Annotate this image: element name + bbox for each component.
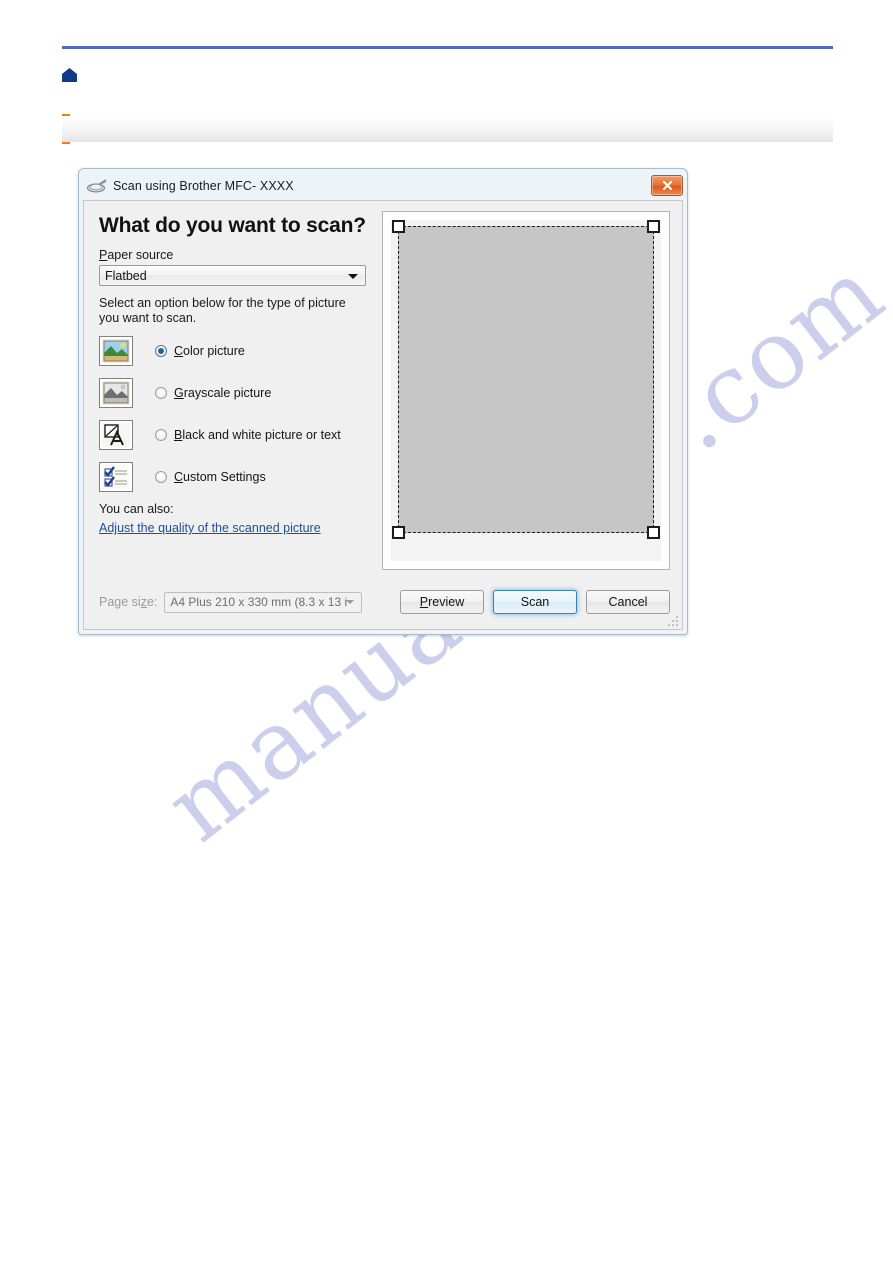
option-black-white-picture-text: lack and white picture or text	[182, 428, 341, 442]
selection-marquee[interactable]	[392, 220, 660, 539]
scanner-icon	[87, 178, 107, 193]
black-white-picture-icon	[99, 420, 133, 450]
preview-button[interactable]: Preview	[400, 590, 484, 614]
option-grayscale-picture-text: rayscale picture	[183, 386, 272, 400]
option-color-picture-text: olor picture	[183, 344, 245, 358]
option-custom-settings-accesskey: C	[174, 470, 184, 484]
dialog-bottom-bar: Page size: A4 Plus 210 x 330 mm (8.3 x 1…	[84, 575, 682, 629]
preview-button-accesskey: P	[419, 595, 429, 609]
home-icon[interactable]	[62, 68, 77, 82]
chevron-down-icon	[346, 600, 355, 604]
picture-type-instruction: Select an option below for the type of p…	[99, 296, 346, 325]
section-band	[62, 116, 833, 142]
option-custom-settings-text: ustom Settings	[183, 470, 266, 484]
page-size-label-suffix: e:	[146, 595, 158, 609]
dialog-body: What do you want to scan? Paper source F…	[83, 200, 683, 630]
option-black-white-picture[interactable]: Black and white picture or text	[99, 418, 366, 452]
option-custom-settings[interactable]: Custom Settings	[99, 460, 366, 494]
grayscale-picture-icon	[99, 378, 133, 408]
paper-source-value: Flatbed	[105, 268, 147, 283]
selection-handle-top-left[interactable]	[392, 220, 405, 233]
adjust-quality-link[interactable]: Adjust the quality of the scanned pictur…	[99, 521, 366, 535]
radio-custom-settings[interactable]	[155, 471, 167, 483]
radio-dot-icon	[158, 348, 164, 354]
page-size-label: Page size:	[99, 595, 157, 609]
scan-dialog: Scan using Brother MFC- XXXX What do you…	[78, 168, 688, 635]
you-can-also-label: You can also:	[99, 502, 174, 516]
option-black-white-picture-label: Black and white picture or text	[174, 428, 341, 442]
radio-color-picture[interactable]	[155, 345, 167, 357]
paper-source-select[interactable]: Flatbed	[99, 265, 366, 286]
option-custom-settings-label: Custom Settings	[174, 470, 266, 484]
option-color-picture[interactable]: Color picture	[99, 334, 366, 368]
selection-handle-top-right[interactable]	[647, 220, 660, 233]
resize-grip[interactable]	[667, 614, 679, 626]
color-picture-icon	[99, 336, 133, 366]
dialog-button-group: Preview Scan Cancel	[400, 590, 670, 614]
page-size-select[interactable]: A4 Plus 210 x 330 mm (8.3 x 13 i	[164, 591, 363, 613]
custom-settings-icon	[99, 462, 133, 492]
page-top-rule	[62, 46, 833, 49]
scan-button[interactable]: Scan	[493, 590, 577, 614]
scan-preview-pane[interactable]	[382, 211, 670, 570]
chevron-down-icon	[348, 273, 358, 279]
dialog-titlebar[interactable]: Scan using Brother MFC- XXXX	[82, 172, 684, 199]
option-color-picture-label: Color picture	[174, 344, 245, 358]
selection-handle-bottom-left[interactable]	[392, 526, 405, 539]
page-size-value: A4 Plus 210 x 330 mm (8.3 x 13 i	[170, 595, 348, 609]
option-grayscale-picture-accesskey: G	[174, 386, 184, 400]
option-color-picture-accesskey: C	[174, 344, 184, 358]
page-title: What do you want to scan?	[99, 214, 366, 237]
radio-grayscale-picture[interactable]	[155, 387, 167, 399]
close-button[interactable]	[651, 175, 683, 196]
scan-options-pane: What do you want to scan? Paper source F…	[84, 201, 380, 575]
option-grayscale-picture[interactable]: Grayscale picture	[99, 376, 366, 410]
option-grayscale-picture-label: Grayscale picture	[174, 386, 271, 400]
cancel-button[interactable]: Cancel	[586, 590, 670, 614]
paper-source-label: Paper source	[99, 248, 366, 262]
preview-surface[interactable]	[391, 220, 661, 561]
selection-handle-bottom-right[interactable]	[647, 526, 660, 539]
paper-source-label-rest: aper source	[107, 248, 174, 262]
radio-black-white-picture[interactable]	[155, 429, 167, 441]
dialog-title: Scan using Brother MFC- XXXX	[113, 178, 294, 193]
preview-button-label: Preview	[420, 595, 464, 609]
preview-button-text: review	[428, 595, 465, 609]
page-size-label-text: Page si	[99, 595, 141, 609]
